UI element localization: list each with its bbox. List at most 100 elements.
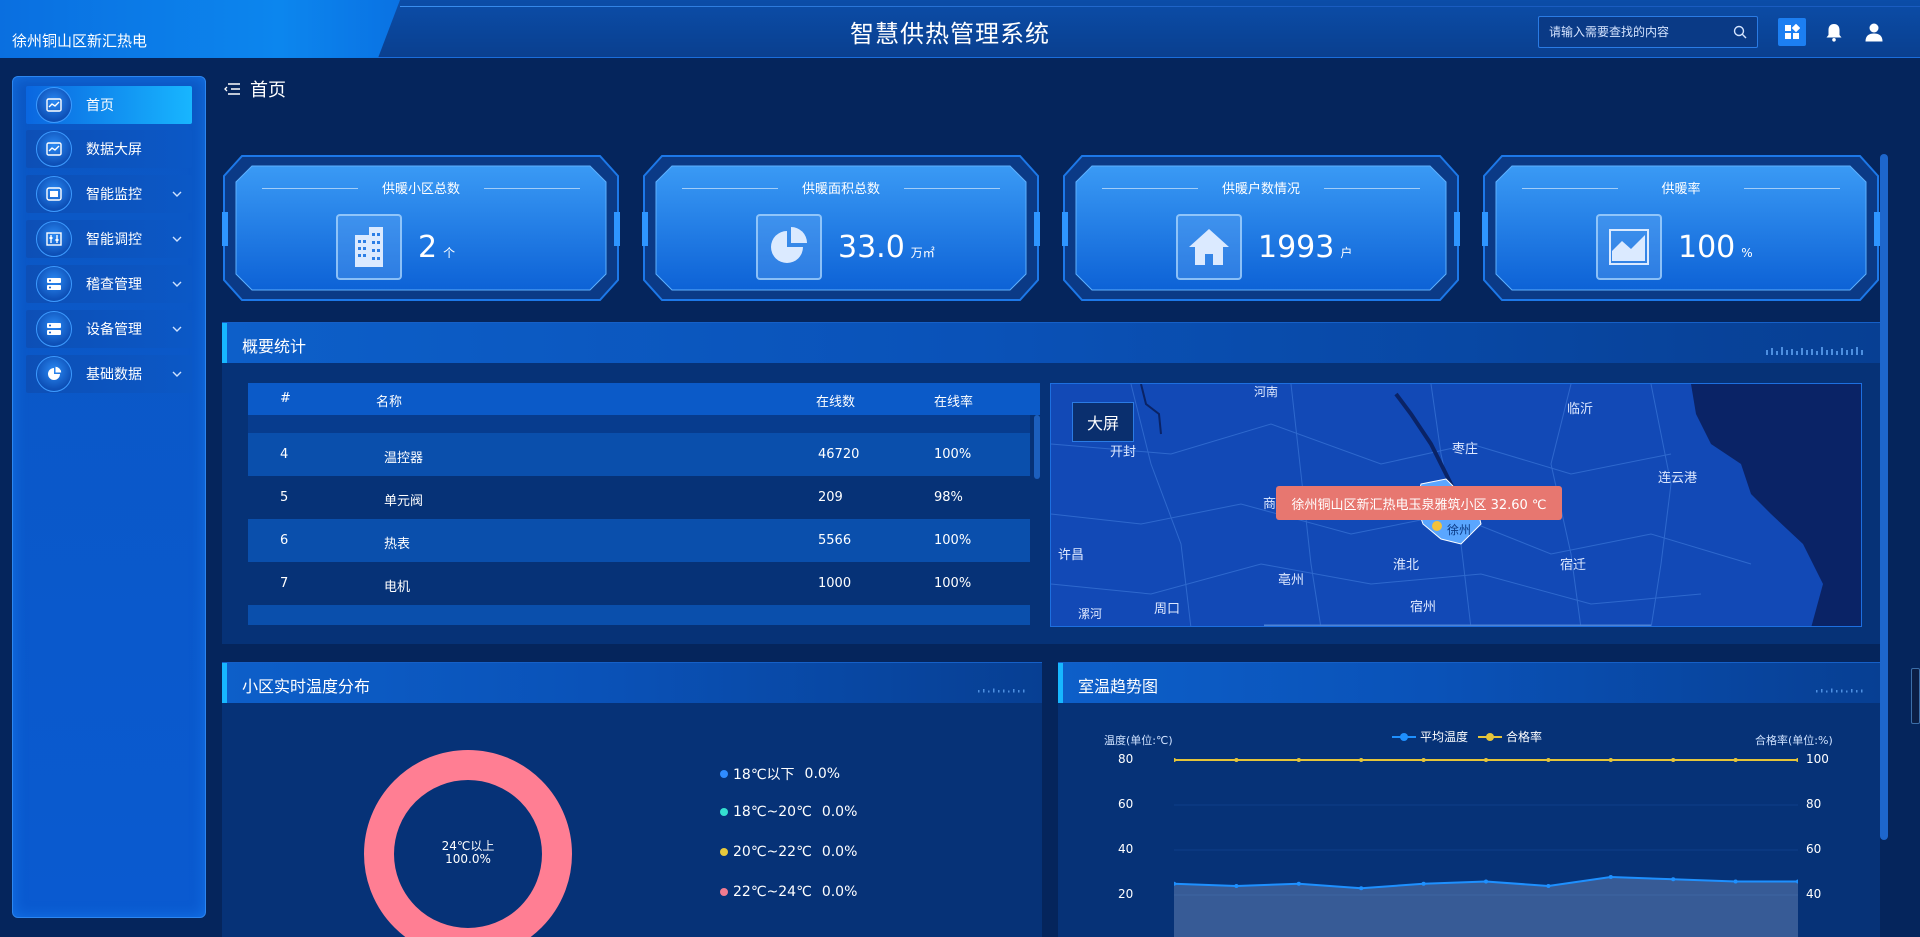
table-row[interactable]: 7 电机 1000 100% bbox=[248, 562, 1030, 605]
sidebar-item-smart-control[interactable]: 智能调控 bbox=[26, 220, 192, 258]
map-label: 河南 bbox=[1254, 385, 1279, 399]
stat-card-area: 供暖面积总数 33.0 万㎡ bbox=[642, 154, 1040, 302]
y-tick-left: 40 bbox=[1118, 842, 1134, 856]
sidebar-item-label: 设备管理 bbox=[86, 322, 142, 338]
map-label: 连云港 bbox=[1658, 471, 1698, 486]
apps-icon[interactable] bbox=[1778, 18, 1806, 46]
table-scrollbar[interactable] bbox=[1034, 415, 1040, 479]
label-line bbox=[904, 188, 1000, 189]
map-label: 徐州 bbox=[1447, 523, 1472, 537]
legend-item[interactable]: 18℃~20℃ 0.0% bbox=[720, 804, 857, 820]
chevron-down-icon bbox=[172, 281, 182, 287]
building-icon bbox=[336, 214, 402, 280]
chevron-down-icon bbox=[172, 236, 182, 242]
map-label: 漯河 bbox=[1078, 607, 1103, 621]
y-tick-right: 80 bbox=[1806, 797, 1822, 811]
search-input[interactable] bbox=[1539, 17, 1719, 47]
sidebar-item-smart-monitor[interactable]: 智能监控 bbox=[26, 175, 192, 213]
sidebar-item-label: 稽查管理 bbox=[86, 277, 142, 293]
sidebar-item-home[interactable]: 首页 bbox=[26, 86, 192, 124]
bell-icon[interactable] bbox=[1820, 18, 1848, 46]
chevron-down-icon bbox=[172, 326, 182, 332]
decor-bars-icon bbox=[978, 688, 1025, 693]
stat-value: 33.0 万㎡ bbox=[838, 230, 935, 265]
content-scrollbar[interactable] bbox=[1880, 154, 1888, 840]
map-label: 开封 bbox=[1110, 445, 1137, 460]
sidebar-item-label: 智能监控 bbox=[86, 187, 142, 203]
bigscreen-button[interactable]: 大屏 bbox=[1072, 402, 1134, 442]
legend-item[interactable]: 18℃以下 0.0% bbox=[720, 764, 840, 784]
left-axis-label: 温度(单位:℃) bbox=[1104, 734, 1173, 747]
stat-value: 2个 bbox=[418, 230, 456, 265]
sidebar-item-device[interactable]: 设备管理 bbox=[26, 310, 192, 348]
page-title: 首页 bbox=[250, 80, 286, 101]
y-tick-right: 60 bbox=[1806, 842, 1822, 856]
data-point bbox=[1421, 758, 1426, 762]
section-title: 概要统计 bbox=[242, 337, 307, 356]
page-scrollbar[interactable] bbox=[1911, 668, 1920, 724]
section-header: 概要统计 bbox=[222, 323, 1880, 363]
sidebar-item-data-screen[interactable]: 数据大屏 bbox=[26, 130, 192, 168]
user-icon[interactable] bbox=[1860, 18, 1888, 46]
map-label: 亳州 bbox=[1278, 573, 1305, 588]
header-divider bbox=[400, 6, 1920, 7]
chart-icon bbox=[36, 87, 72, 123]
card-frame bbox=[642, 155, 1040, 301]
col-header-index: # bbox=[280, 391, 291, 406]
label-line bbox=[1744, 188, 1840, 189]
area-chart-icon bbox=[1596, 214, 1662, 280]
card-frame bbox=[222, 155, 620, 301]
trend-chart bbox=[1174, 758, 1798, 937]
monitor-icon bbox=[36, 176, 72, 212]
table-header: # 名称 在线数 在线率 bbox=[248, 383, 1040, 415]
sidebar-item-basic-data[interactable]: 基础数据 bbox=[26, 355, 192, 393]
map-label: 宿州 bbox=[1410, 600, 1437, 615]
data-point bbox=[1359, 758, 1364, 762]
donut-center-label: 24℃以上 100.0% bbox=[441, 839, 495, 866]
search-icon[interactable] bbox=[1733, 25, 1747, 39]
legend-item[interactable]: 20℃~22℃ 0.0% bbox=[720, 844, 857, 860]
y-tick-right: 100 bbox=[1806, 752, 1829, 766]
col-header-rate: 在线率 bbox=[934, 395, 974, 410]
card-frame bbox=[1482, 155, 1880, 301]
stat-value: 1993 户 bbox=[1258, 230, 1353, 265]
series-area bbox=[1174, 877, 1798, 937]
sidebar-item-label: 数据大屏 bbox=[86, 142, 142, 158]
table-row[interactable]: 4 温控器 46720 100% bbox=[248, 433, 1030, 476]
section-header: 小区实时温度分布 bbox=[222, 663, 1042, 703]
legend-dot bbox=[720, 848, 728, 856]
map-tooltip: 徐州铜山区新汇热电玉泉雅筑小区 32.60 ℃ bbox=[1276, 486, 1562, 520]
data-point bbox=[1671, 758, 1676, 762]
stat-card-communities: 供暖小区总数 2个 bbox=[222, 154, 620, 302]
label-line bbox=[1324, 188, 1420, 189]
table-row[interactable]: 5 单元阀 209 98% bbox=[248, 476, 1030, 519]
legend-item[interactable]: 22℃~24℃ 0.0% bbox=[720, 884, 857, 900]
col-header-name: 名称 bbox=[376, 395, 403, 410]
sidebar-item-label: 首页 bbox=[86, 98, 114, 114]
data-point bbox=[1733, 879, 1738, 884]
breadcrumb: 首页 bbox=[224, 76, 286, 102]
chevron-down-icon bbox=[172, 191, 182, 197]
section-title: 室温趋势图 bbox=[1078, 677, 1159, 696]
decor-bars-icon bbox=[1766, 347, 1863, 355]
y-tick-left: 80 bbox=[1118, 752, 1134, 766]
table-row[interactable]: 6 热表 5566 100% bbox=[248, 519, 1030, 562]
data-point bbox=[1671, 877, 1676, 882]
col-header-online: 在线数 bbox=[816, 395, 856, 410]
pie-chart-icon bbox=[756, 214, 822, 280]
home-icon bbox=[1176, 214, 1242, 280]
chart-icon bbox=[36, 131, 72, 167]
menu-fold-icon[interactable] bbox=[224, 82, 240, 96]
table-row-partial bbox=[248, 605, 1030, 625]
data-point bbox=[1796, 758, 1798, 762]
card-frame bbox=[1062, 155, 1460, 301]
org-name: 徐州铜山区新汇热电 bbox=[12, 32, 148, 50]
map-label: 枣庄 bbox=[1452, 442, 1479, 457]
sidebar-item-inspection[interactable]: 稽查管理 bbox=[26, 265, 192, 303]
legend-dot bbox=[720, 770, 728, 778]
data-point bbox=[1733, 758, 1738, 762]
data-point bbox=[1608, 875, 1613, 879]
data-point bbox=[1296, 758, 1301, 762]
section-title: 小区实时温度分布 bbox=[242, 677, 371, 696]
search-box[interactable] bbox=[1538, 16, 1758, 48]
